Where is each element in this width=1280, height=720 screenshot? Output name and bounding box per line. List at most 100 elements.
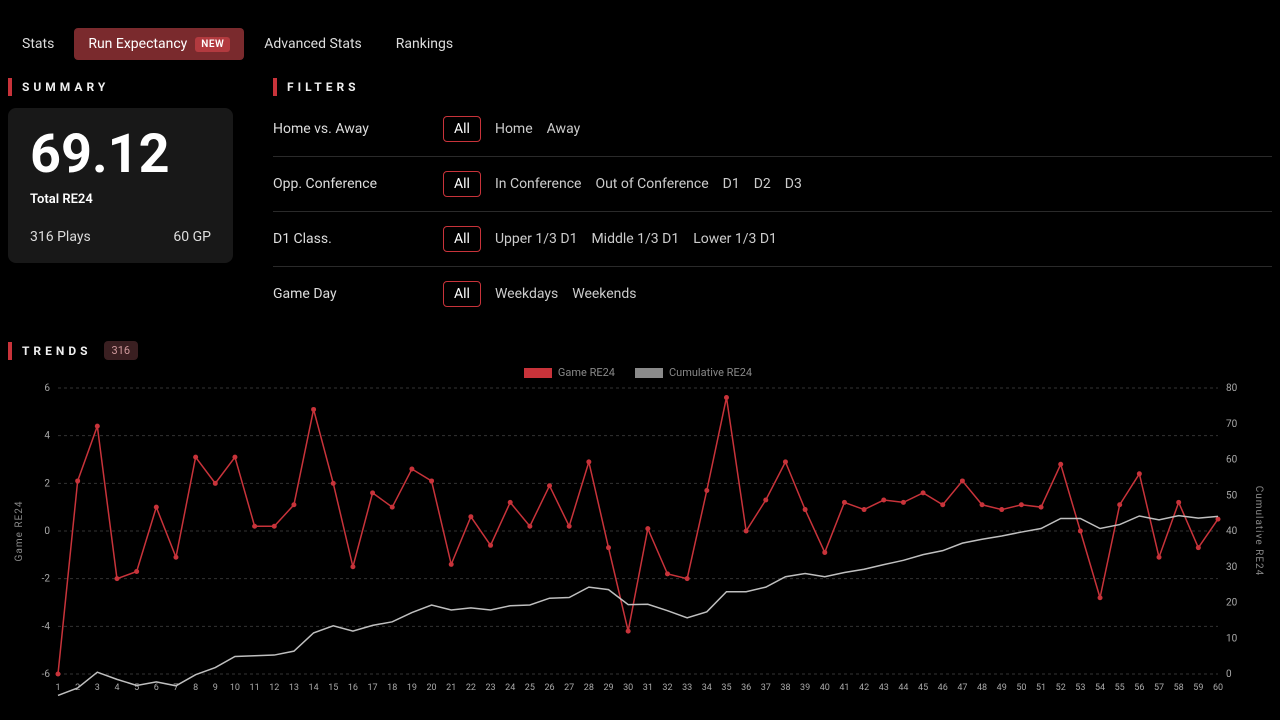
svg-text:30: 30 <box>1226 562 1238 573</box>
filters-heading: FILTERS <box>273 78 1272 96</box>
svg-text:54: 54 <box>1095 683 1105 693</box>
svg-text:27: 27 <box>564 683 574 693</box>
svg-text:50: 50 <box>1016 683 1026 693</box>
svg-text:36: 36 <box>741 683 751 693</box>
trends-chart: Game RE24 Cumulative RE24 -6-4-202460102… <box>8 366 1268 706</box>
tab-run-expectancy[interactable]: Run ExpectancyNEW <box>74 28 244 60</box>
svg-text:3: 3 <box>95 683 100 693</box>
svg-text:6: 6 <box>154 683 159 693</box>
svg-text:58: 58 <box>1174 683 1184 693</box>
svg-text:34: 34 <box>702 683 712 693</box>
svg-text:46: 46 <box>938 683 948 693</box>
svg-text:1: 1 <box>55 683 60 693</box>
svg-text:60: 60 <box>1226 455 1238 466</box>
filter-option[interactable]: Weekdays <box>495 286 558 302</box>
svg-text:10: 10 <box>230 683 240 693</box>
filter-label: Opp. Conference <box>273 176 443 192</box>
svg-text:2: 2 <box>44 478 50 489</box>
svg-text:32: 32 <box>662 683 672 693</box>
legend-item-cumulative[interactable]: Cumulative RE24 <box>635 366 752 379</box>
trends-heading: TRENDS <box>8 342 92 360</box>
svg-text:14: 14 <box>309 683 319 693</box>
svg-text:19: 19 <box>407 683 417 693</box>
svg-text:49: 49 <box>997 683 1007 693</box>
svg-text:31: 31 <box>643 683 653 693</box>
svg-text:23: 23 <box>485 683 495 693</box>
filter-option[interactable]: D3 <box>785 176 802 192</box>
filter-option[interactable]: In Conference <box>495 176 582 192</box>
svg-text:55: 55 <box>1115 683 1125 693</box>
svg-text:53: 53 <box>1075 683 1085 693</box>
svg-text:-4: -4 <box>42 621 51 632</box>
svg-text:8: 8 <box>193 683 198 693</box>
svg-text:0: 0 <box>44 526 50 537</box>
chart-legend: Game RE24 Cumulative RE24 <box>8 366 1268 379</box>
summary-card: 69.12 Total RE24 316 Plays 60 GP <box>8 108 233 263</box>
badge-new: NEW <box>195 37 230 52</box>
filter-option[interactable]: All <box>443 116 481 142</box>
svg-text:37: 37 <box>761 683 771 693</box>
filter-option[interactable]: D1 <box>723 176 740 192</box>
svg-text:40: 40 <box>820 683 830 693</box>
filter-option[interactable]: All <box>443 281 481 307</box>
svg-text:28: 28 <box>584 683 594 693</box>
legend-item-game[interactable]: Game RE24 <box>524 366 615 379</box>
tab-stats[interactable]: Stats <box>8 28 68 60</box>
svg-text:-2: -2 <box>42 574 51 585</box>
svg-text:10: 10 <box>1226 633 1238 644</box>
svg-text:4: 4 <box>114 683 119 693</box>
tab-advanced-stats[interactable]: Advanced Stats <box>250 28 376 60</box>
filter-option[interactable]: All <box>443 171 481 197</box>
filter-option[interactable]: Middle 1/3 D1 <box>591 231 679 247</box>
tabs-bar: StatsRun ExpectancyNEWAdvanced StatsRank… <box>8 0 1272 70</box>
svg-text:59: 59 <box>1193 683 1203 693</box>
svg-text:60: 60 <box>1213 683 1223 693</box>
svg-text:47: 47 <box>957 683 967 693</box>
filter-label: D1 Class. <box>273 231 443 247</box>
svg-text:20: 20 <box>426 683 436 693</box>
filter-option[interactable]: Upper 1/3 D1 <box>495 231 577 247</box>
svg-text:29: 29 <box>603 683 613 693</box>
filter-option[interactable]: Weekends <box>572 286 636 302</box>
svg-text:43: 43 <box>879 683 889 693</box>
svg-text:13: 13 <box>289 683 299 693</box>
svg-text:-6: -6 <box>42 669 51 680</box>
filter-option[interactable]: Away <box>547 121 581 137</box>
svg-text:0: 0 <box>1226 669 1232 680</box>
svg-text:11: 11 <box>250 683 260 693</box>
trends-count-chip: 316 <box>104 341 139 360</box>
re24-total: 69.12 <box>30 128 211 182</box>
svg-text:56: 56 <box>1134 683 1144 693</box>
svg-text:52: 52 <box>1056 683 1066 693</box>
svg-text:44: 44 <box>898 683 908 693</box>
svg-text:12: 12 <box>269 683 279 693</box>
svg-text:35: 35 <box>721 683 731 693</box>
svg-text:17: 17 <box>368 683 378 693</box>
svg-text:16: 16 <box>348 683 358 693</box>
svg-text:Game RE24: Game RE24 <box>14 501 25 562</box>
filter-option[interactable]: Home <box>495 121 533 137</box>
svg-text:45: 45 <box>918 683 928 693</box>
svg-text:39: 39 <box>800 683 810 693</box>
svg-text:80: 80 <box>1226 383 1238 394</box>
svg-text:6: 6 <box>44 383 50 394</box>
svg-text:18: 18 <box>387 683 397 693</box>
svg-text:50: 50 <box>1226 490 1238 501</box>
tab-rankings[interactable]: Rankings <box>382 28 467 60</box>
filter-option[interactable]: All <box>443 226 481 252</box>
svg-text:26: 26 <box>544 683 554 693</box>
svg-text:48: 48 <box>977 683 987 693</box>
filter-option[interactable]: Lower 1/3 D1 <box>693 231 777 247</box>
svg-text:33: 33 <box>682 683 692 693</box>
filter-option[interactable]: D2 <box>754 176 771 192</box>
svg-text:20: 20 <box>1226 598 1238 609</box>
plays-count: 316 Plays <box>30 229 91 245</box>
filter-option[interactable]: Out of Conference <box>595 176 708 192</box>
svg-text:Cumulative RE24: Cumulative RE24 <box>1253 486 1264 577</box>
svg-text:22: 22 <box>466 683 476 693</box>
svg-text:21: 21 <box>446 683 456 693</box>
filter-label: Game Day <box>273 286 443 302</box>
svg-text:57: 57 <box>1154 683 1164 693</box>
svg-text:9: 9 <box>213 683 218 693</box>
svg-text:51: 51 <box>1036 683 1046 693</box>
